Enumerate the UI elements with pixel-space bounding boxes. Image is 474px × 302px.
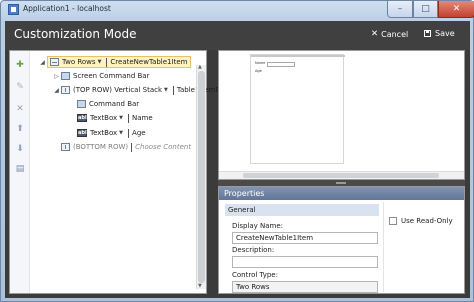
tree-node-screen-command-bar[interactable]: ▷ Screen Command Bar: [52, 70, 149, 82]
application-icon: [8, 4, 19, 15]
node-label: Screen Command Bar: [73, 72, 150, 80]
separator: [128, 113, 130, 123]
separator: [106, 57, 108, 67]
choose-content-placeholder[interactable]: Choose Content: [135, 143, 191, 151]
preview-label-name: Name: [255, 61, 266, 65]
properties-pane: Properties General Display Name: CreateN…: [218, 186, 465, 294]
chevron-down-icon[interactable]: ▼: [119, 130, 123, 136]
textbox-icon: abl: [77, 129, 87, 137]
save-button[interactable]: Save: [424, 29, 455, 38]
scroll-down-icon[interactable]: ▼: [198, 283, 202, 289]
preview-label-age: Age: [255, 69, 262, 73]
chevron-down-icon[interactable]: ▼: [98, 59, 102, 65]
vertical-stack-icon: [61, 86, 70, 94]
preview-thumbnail: Name Age: [250, 54, 345, 164]
control-type-label: Control Type:: [232, 271, 278, 279]
tree-node-two-rows[interactable]: ◢ Two Rows ▼ CreateNewTable1Item: [38, 56, 192, 68]
collapsed-arrow-icon[interactable]: ▷: [52, 73, 61, 80]
node-label: TextBox: [90, 114, 118, 122]
expand-arrow-icon[interactable]: ◢: [52, 87, 61, 94]
scrollbar-thumb[interactable]: [198, 71, 205, 283]
maximize-button[interactable]: □: [413, 1, 438, 18]
close-icon: ✕: [371, 29, 379, 39]
add-item-icon[interactable]: ✚: [14, 59, 26, 71]
title-bar[interactable]: Application1 - localhost – □ ✕: [2, 1, 474, 19]
control-type-field[interactable]: Two Rows: [232, 281, 378, 293]
layout-icon: [61, 143, 70, 151]
use-read-only-checkbox[interactable]: [389, 217, 397, 225]
node-label: TextBox: [90, 129, 118, 137]
chevron-down-icon[interactable]: ▼: [119, 115, 123, 121]
customization-header: Customization Mode ✕ Cancel Save: [5, 21, 470, 50]
display-name-label: Display Name:: [232, 222, 284, 230]
expand-arrow-icon[interactable]: ◢: [38, 59, 47, 66]
delete-icon[interactable]: ✕: [14, 103, 26, 115]
description-label: Description:: [232, 246, 275, 254]
move-up-icon[interactable]: ⬆: [14, 123, 26, 135]
node-label: Command Bar: [89, 100, 140, 108]
tree-node-bottom-row[interactable]: (BOTTOM ROW) Choose Content: [61, 141, 191, 153]
use-read-only-label: Use Read-Only: [401, 217, 453, 225]
node-label: Two Rows: [62, 58, 96, 66]
chevron-down-icon[interactable]: ▼: [164, 87, 168, 93]
display-name-field[interactable]: CreateNewTable1Item: [232, 232, 378, 244]
scroll-up-icon[interactable]: ▲: [198, 64, 202, 70]
tree-node-textbox-age[interactable]: abl TextBox ▼ Age: [77, 127, 146, 139]
separator: [172, 85, 174, 95]
node-label: (BOTTOM ROW): [73, 143, 129, 151]
selected-node[interactable]: Two Rows ▼ CreateNewTable1Item: [47, 56, 192, 68]
preview-scrollbar[interactable]: [219, 171, 464, 179]
node-binding: CreateNewTable1Item: [110, 58, 188, 66]
save-label: Save: [435, 29, 455, 38]
content-tree-pane: ✚ ✎ ✕ ⬆ ⬇ ▤ ◢ Two Rows ▼ CreateNewTable1…: [9, 50, 227, 294]
screen-preview-pane: Name Age: [218, 50, 465, 180]
node-binding: Name: [132, 114, 153, 122]
scrollbar-thumb[interactable]: [243, 173, 439, 178]
cancel-button[interactable]: ✕ Cancel: [371, 29, 408, 39]
move-down-icon[interactable]: ⬇: [14, 143, 26, 155]
rows-layout-icon: [50, 58, 59, 66]
customization-client: Customization Mode ✕ Cancel Save ✚ ✎ ✕ ⬆…: [5, 21, 470, 298]
save-icon: [424, 30, 431, 37]
separator: [128, 128, 130, 138]
grip-icon: [336, 182, 346, 184]
command-bar-icon: [61, 72, 70, 80]
preview-command-bar: [251, 55, 345, 57]
separator: [131, 142, 133, 152]
minimize-button[interactable]: –: [387, 1, 413, 18]
tree-toolbar: ✚ ✎ ✕ ⬆ ⬇ ▤: [10, 51, 30, 293]
textbox-icon: abl: [77, 114, 87, 122]
cancel-label: Cancel: [381, 29, 409, 39]
node-label: (TOP ROW) Vertical Stack: [73, 86, 163, 94]
divider: [383, 202, 384, 292]
description-field[interactable]: [232, 256, 378, 268]
close-window-button[interactable]: ✕: [438, 1, 474, 18]
node-binding: Age: [132, 129, 146, 137]
tree-scrollbar[interactable]: ▲ ▼: [196, 64, 206, 289]
general-group-header[interactable]: General: [225, 204, 379, 216]
edit-item-icon[interactable]: ✎: [14, 81, 26, 93]
tree-node-command-bar[interactable]: Command Bar: [77, 98, 139, 110]
preview-textbox: [267, 62, 295, 67]
use-read-only-option[interactable]: Use Read-Only: [389, 217, 453, 225]
command-bar-icon: [77, 100, 86, 108]
tree-node-textbox-name[interactable]: abl TextBox ▼ Name: [77, 112, 153, 124]
properties-header: Properties: [219, 187, 464, 200]
properties-icon[interactable]: ▤: [14, 163, 26, 175]
app-window: Application1 - localhost – □ ✕ Customiza…: [0, 0, 474, 302]
window-title: Application1 - localhost: [23, 4, 111, 13]
page-title: Customization Mode: [14, 27, 137, 41]
